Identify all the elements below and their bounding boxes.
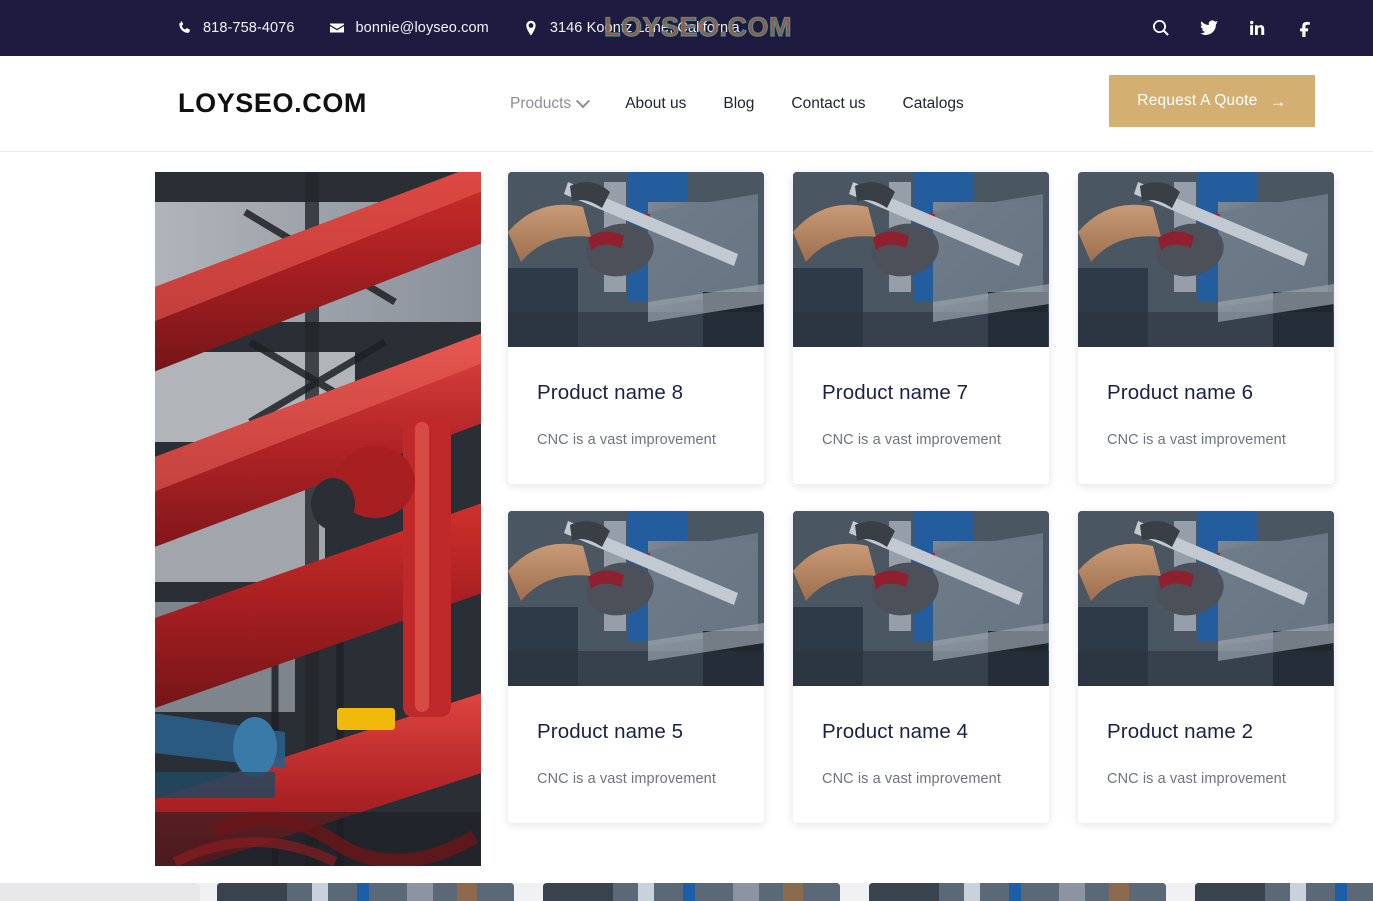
peek-card[interactable] <box>869 883 1166 901</box>
request-a-quote-button[interactable]: Request A Quote → <box>1109 75 1315 127</box>
request-a-quote-label: Request A Quote <box>1137 92 1258 109</box>
product-description: CNC is a vast improvement <box>822 432 1001 448</box>
product-card-body: Product name 5 CNC is a vast improvement <box>508 686 764 823</box>
peek-card-row <box>0 883 1373 901</box>
twitter-icon[interactable] <box>1199 18 1219 38</box>
content-wrapper: Product name 8 CNC is a vast improvement <box>0 152 1373 866</box>
product-card-body: Product name 2 CNC is a vast improvement <box>1078 686 1334 823</box>
product-description: CNC is a vast improvement <box>537 432 716 448</box>
product-description: CNC is a vast improvement <box>537 771 716 787</box>
main-navigation: Products About us Blog Contact us Catalo… <box>510 93 964 113</box>
nav-item-contact-us[interactable]: Contact us <box>791 95 865 113</box>
top-bar-inner: 818-758-4076 bonnie@loyseo.com 3146 Koon… <box>0 0 1373 56</box>
product-image-metal-bending <box>1078 511 1334 686</box>
peek-card[interactable] <box>1195 883 1373 901</box>
product-description: CNC is a vast improvement <box>822 771 1001 787</box>
product-title: Product name 7 <box>822 381 969 404</box>
linkedin-icon[interactable] <box>1247 18 1267 38</box>
envelope-icon <box>329 20 345 36</box>
product-card[interactable]: Product name 4 CNC is a vast improvement <box>793 511 1049 823</box>
nav-item-products-label: Products <box>510 94 572 112</box>
pipes-illustration <box>155 172 481 866</box>
nav-item-about-us[interactable]: About us <box>625 95 686 113</box>
phone-icon <box>176 20 192 36</box>
nav-item-blog[interactable]: Blog <box>723 95 754 113</box>
product-title: Product name 8 <box>537 381 684 404</box>
product-card-body: Product name 8 CNC is a vast improvement <box>508 347 764 484</box>
product-image-metal-bending <box>793 172 1049 347</box>
product-card[interactable]: Product name 6 CNC is a vast improvement <box>1078 172 1334 484</box>
map-pin-icon <box>523 20 539 36</box>
contact-email[interactable]: bonnie@loyseo.com <box>329 20 489 36</box>
product-title: Product name 5 <box>537 720 684 743</box>
product-image-metal-bending <box>1078 172 1334 347</box>
product-grid: Product name 8 CNC is a vast improvement <box>508 172 1334 866</box>
next-section-peek <box>0 883 1373 901</box>
contact-phone-text: 818-758-4076 <box>203 20 295 36</box>
product-card[interactable]: Product name 2 CNC is a vast improvement <box>1078 511 1334 823</box>
social-icon-group <box>1151 18 1315 38</box>
facebook-icon[interactable] <box>1295 18 1315 38</box>
contact-email-text: bonnie@loyseo.com <box>355 20 489 36</box>
product-card-body: Product name 4 CNC is a vast improvement <box>793 686 1049 823</box>
product-card-body: Product name 7 CNC is a vast improvement <box>793 347 1049 484</box>
peek-left-panel <box>0 883 200 901</box>
product-card[interactable]: Product name 8 CNC is a vast improvement <box>508 172 764 484</box>
product-card[interactable]: Product name 5 CNC is a vast improvement <box>508 511 764 823</box>
product-image-metal-bending <box>508 511 764 686</box>
contact-phone[interactable]: 818-758-4076 <box>176 20 295 36</box>
peek-card[interactable] <box>543 883 840 901</box>
product-title: Product name 2 <box>1107 720 1254 743</box>
main-content: Product name 8 CNC is a vast improvement <box>0 152 1373 883</box>
site-header: LOYSEO.COM Products About us Blog Contac… <box>0 56 1373 152</box>
site-logo[interactable]: LOYSEO.COM <box>178 88 367 119</box>
nav-item-products[interactable]: Products <box>510 93 591 113</box>
nav-item-catalogs[interactable]: Catalogs <box>903 95 964 113</box>
contact-address-text: 3146 Koontz Lane, California <box>549 20 740 36</box>
product-description: CNC is a vast improvement <box>1107 771 1286 787</box>
arrow-right-icon: → <box>1269 91 1287 111</box>
product-description: CNC is a vast improvement <box>1107 432 1286 448</box>
chevron-down-icon <box>576 93 591 108</box>
peek-card[interactable] <box>217 883 514 901</box>
contact-info-group: 818-758-4076 bonnie@loyseo.com 3146 Koon… <box>176 20 740 36</box>
product-image-metal-bending <box>793 511 1049 686</box>
top-contact-bar: 818-758-4076 bonnie@loyseo.com 3146 Koon… <box>0 0 1373 56</box>
product-image-metal-bending <box>508 172 764 347</box>
contact-address[interactable]: 3146 Koontz Lane, California <box>523 20 740 36</box>
search-icon[interactable] <box>1151 18 1171 38</box>
product-card-body: Product name 6 CNC is a vast improvement <box>1078 347 1334 484</box>
product-card[interactable]: Product name 7 CNC is a vast improvement <box>793 172 1049 484</box>
product-title: Product name 4 <box>822 720 969 743</box>
feature-image-industrial-pipes <box>155 172 481 866</box>
product-title: Product name 6 <box>1107 381 1254 404</box>
